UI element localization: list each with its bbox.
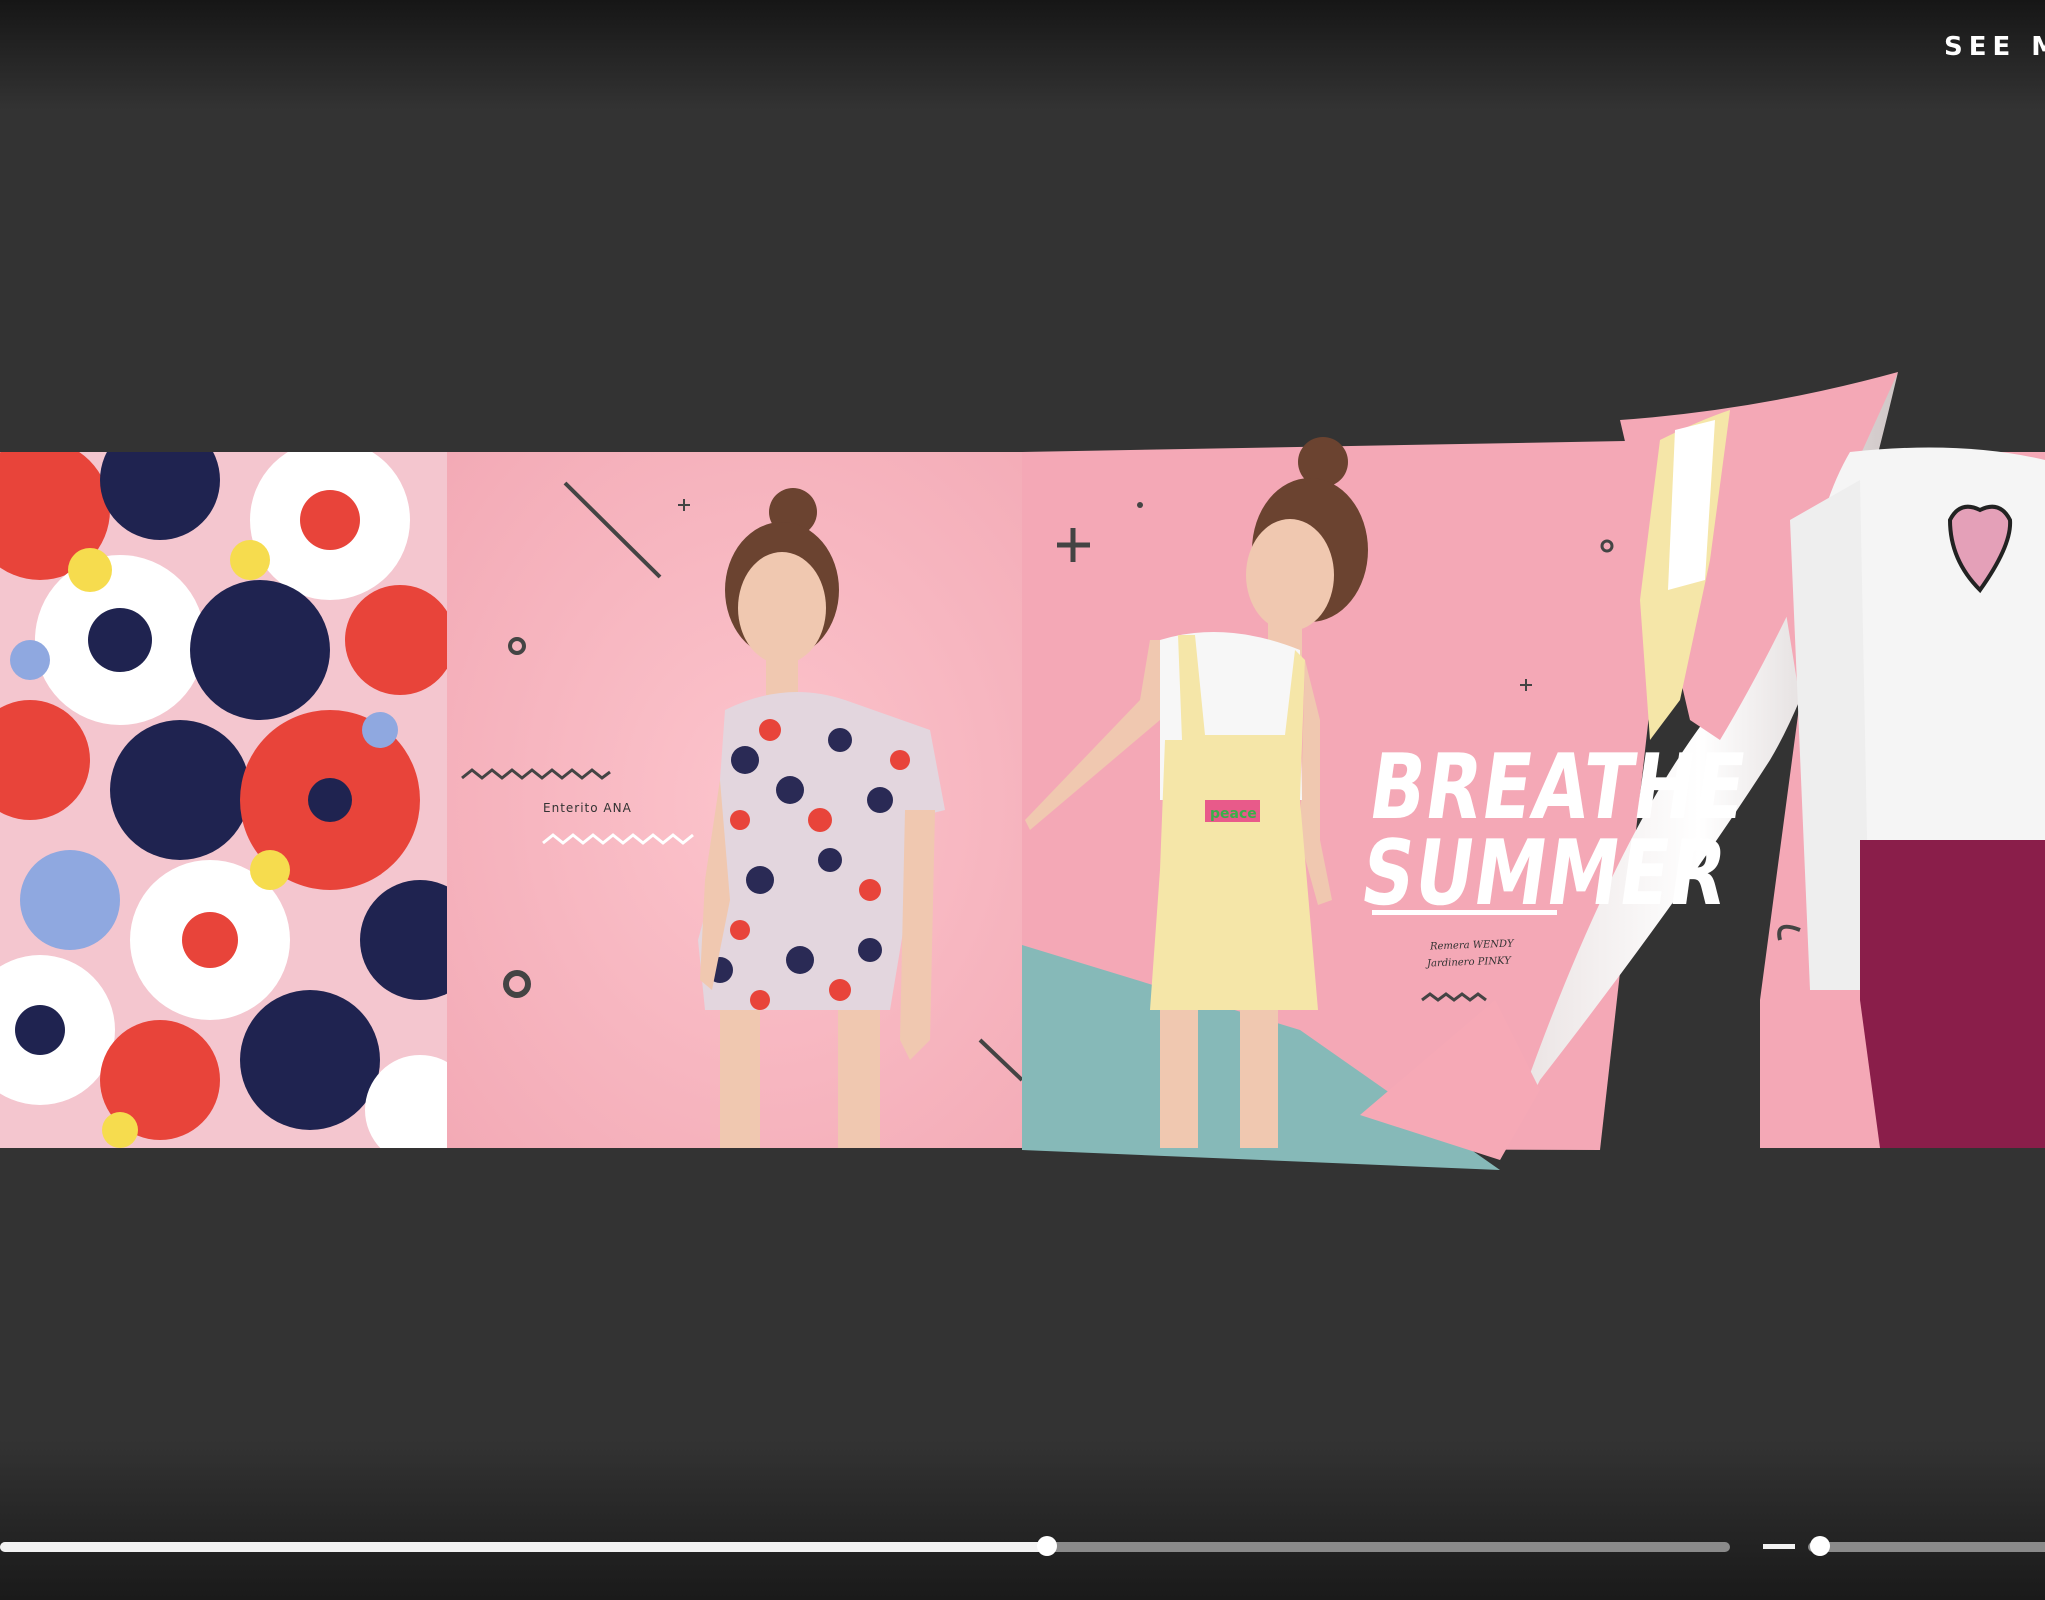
page-progress-handle[interactable] [1036,1536,1057,1556]
flipbook-spread[interactable]: Enterito ANA peace BREATHE SUMMER Remera… [0,0,2045,1600]
zoom-out-icon[interactable] [1763,1544,1795,1549]
headline-underline [1372,910,1557,915]
page-progress-fill [0,1542,1047,1552]
page-progress-slider[interactable] [0,1536,1730,1556]
zoom-slider[interactable] [1808,1536,2045,1556]
floral-pattern-image [0,452,447,1148]
svg-text:peace: peace [1210,806,1257,822]
bottom-toolbar [0,1440,2045,1600]
zoom-handle[interactable] [1809,1536,1830,1556]
product-caption-left: Enterito ANA [543,801,632,815]
